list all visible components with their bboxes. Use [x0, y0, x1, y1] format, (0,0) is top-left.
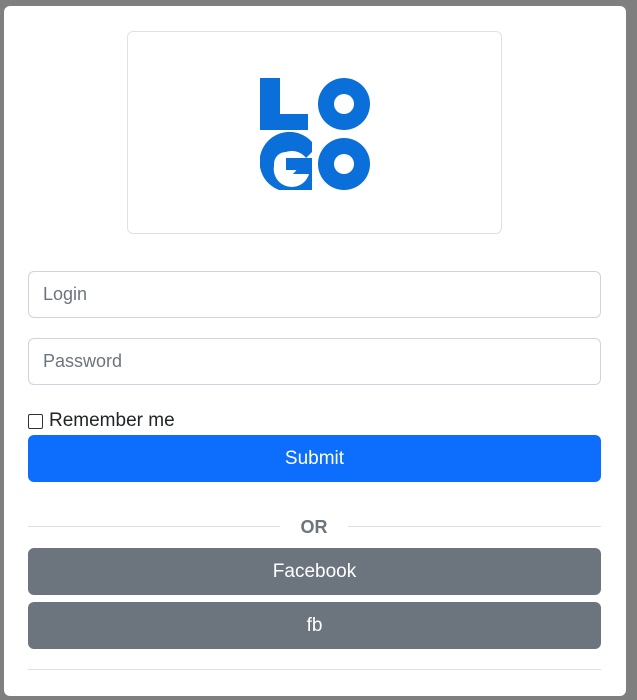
submit-button[interactable]: Submit — [28, 435, 601, 482]
login-input[interactable] — [28, 271, 601, 318]
submit-button-label: Submit — [284, 447, 345, 469]
or-label: OR — [300, 517, 328, 537]
login-card: Remember me Submit OR Facebook fb — [4, 6, 626, 696]
fb-button-label: fb — [306, 614, 323, 636]
divider-line-left — [28, 526, 280, 527]
password-input[interactable] — [28, 338, 601, 385]
remember-me-control[interactable]: Remember me — [28, 410, 175, 432]
fb-button[interactable]: fb — [28, 602, 601, 649]
remember-me-checkbox[interactable] — [28, 413, 43, 429]
divider-line-right — [348, 526, 601, 527]
logo-container — [127, 31, 502, 234]
or-divider: OR — [28, 517, 601, 537]
logo-icon — [260, 78, 370, 190]
remember-me-label: Remember me — [49, 410, 175, 431]
bottom-divider — [28, 669, 601, 670]
facebook-button[interactable]: Facebook — [28, 548, 601, 595]
facebook-button-label: Facebook — [272, 560, 357, 582]
